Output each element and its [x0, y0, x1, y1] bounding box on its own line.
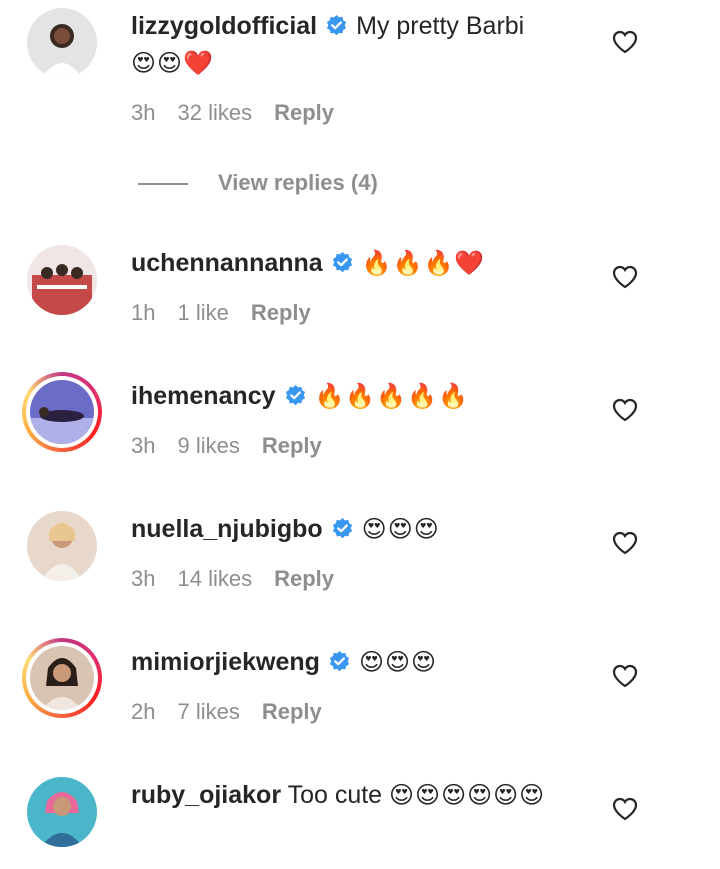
divider-line [138, 183, 188, 186]
reply-button[interactable]: Reply [262, 433, 322, 458]
verified-badge-icon [329, 650, 350, 672]
avatar[interactable] [27, 8, 97, 78]
avatar-story-ring[interactable] [22, 372, 102, 452]
like-heart-icon[interactable] [612, 265, 638, 289]
avatar-image [27, 511, 97, 581]
comment-meta: 1h 1 like Reply [131, 300, 333, 326]
reply-button[interactable]: Reply [251, 300, 311, 325]
verified-badge-icon [332, 517, 352, 539]
username[interactable]: lizzygoldofficial [131, 12, 317, 40]
comment-meta: 2h 7 likes Reply [131, 699, 344, 725]
reply-button[interactable]: Reply [262, 699, 322, 724]
comment-text: nuella_njubigbo 😍😍😍 [131, 511, 601, 548]
like-heart-icon[interactable] [612, 797, 638, 821]
avatar[interactable] [27, 777, 97, 847]
reply-button[interactable]: Reply [274, 566, 334, 591]
like-heart-icon[interactable] [612, 664, 638, 688]
timestamp: 2h [131, 699, 156, 724]
comment-meta: 3h 32 likes Reply [131, 100, 356, 126]
comment-text: mimiorjiekweng 😍😍😍 [131, 644, 601, 681]
like-heart-icon[interactable] [612, 398, 638, 422]
like-heart-icon[interactable] [612, 531, 638, 555]
comment-emojis: 🔥🔥🔥❤️ [361, 250, 486, 277]
like-count[interactable]: 32 likes [177, 100, 252, 125]
comment-emojis: 😍😍❤️ [131, 50, 214, 77]
timestamp: 3h [131, 566, 156, 591]
comment-meta: 3h 9 likes Reply [131, 433, 344, 459]
view-replies-label: View replies (4) [218, 170, 378, 195]
comment-text: ruby_ojiakor Too cute 😍😍😍😍😍😍 [131, 777, 601, 814]
like-count[interactable]: 14 likes [177, 566, 252, 591]
comment-meta: 3h 14 likes Reply [131, 566, 356, 592]
like-count[interactable]: 7 likes [177, 699, 239, 724]
comment-text: lizzygoldofficial My pretty Barbi 😍😍❤️ [131, 8, 601, 82]
reply-button[interactable]: Reply [274, 100, 334, 125]
comment-emojis: 🔥🔥🔥🔥🔥 [314, 383, 469, 410]
avatar-story-ring[interactable] [22, 638, 102, 718]
avatar-image [27, 777, 97, 847]
comment-body: My pretty Barbi [356, 12, 525, 40]
like-heart-icon[interactable] [612, 30, 638, 54]
avatar-image [27, 245, 97, 315]
timestamp: 3h [131, 100, 156, 125]
avatar[interactable] [27, 245, 97, 315]
timestamp: 1h [131, 300, 156, 325]
comment-text: ihemenancy 🔥🔥🔥🔥🔥 [131, 378, 601, 415]
username[interactable]: ihemenancy [131, 382, 276, 410]
comment-text: uchennannanna 🔥🔥🔥❤️ [131, 245, 601, 282]
view-replies-button[interactable]: View replies (4) [138, 170, 378, 200]
username[interactable]: mimiorjiekweng [131, 648, 320, 676]
username[interactable]: ruby_ojiakor [131, 781, 281, 809]
verified-badge-icon [327, 14, 347, 36]
timestamp: 3h [131, 433, 156, 458]
avatar-image [27, 8, 97, 78]
like-count[interactable]: 9 likes [177, 433, 239, 458]
comment-emojis: 😍😍😍😍😍😍 [389, 782, 546, 809]
username[interactable]: nuella_njubigbo [131, 515, 323, 543]
avatar[interactable] [27, 511, 97, 581]
avatar-image [30, 646, 94, 710]
comment-body: Too cute [287, 781, 383, 809]
verified-badge-icon [332, 251, 352, 273]
comment-emojis: 😍😍😍 [358, 649, 438, 676]
like-count[interactable]: 1 like [177, 300, 228, 325]
verified-badge-icon [285, 384, 305, 406]
avatar-image [30, 380, 94, 444]
username[interactable]: uchennannanna [131, 249, 323, 277]
comment-emojis: 😍😍😍 [361, 516, 440, 543]
